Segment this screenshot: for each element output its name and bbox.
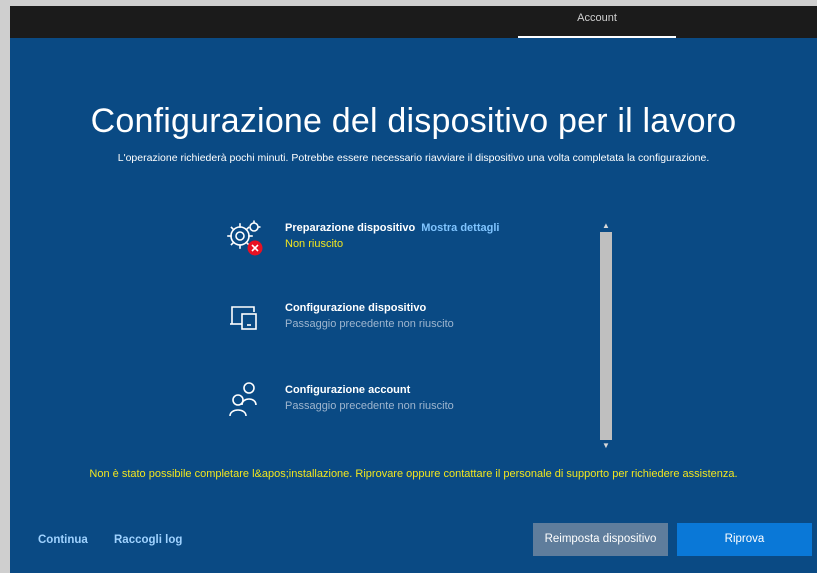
top-bar: Account: [10, 6, 817, 38]
tab-account[interactable]: Account: [518, 6, 676, 38]
step-name: Preparazione dispositivo Mostra dettagli: [285, 222, 499, 234]
step-name: Configurazione account: [285, 384, 411, 396]
collect-logs-link[interactable]: Raccogli log: [114, 534, 182, 546]
step-status: Passaggio precedente non riuscito: [285, 318, 454, 330]
tab-account-label: Account: [577, 12, 617, 24]
tab-underline: [518, 36, 676, 38]
steps-list: Preparazione dispositivo Mostra dettagli …: [218, 216, 613, 456]
page-title: Configurazione del dispositivo per il la…: [90, 102, 737, 140]
retry-button[interactable]: Riprova: [677, 523, 812, 556]
gears-error-icon: [218, 216, 268, 260]
device-icon: [218, 296, 268, 340]
scroll-down-arrow[interactable]: ▼: [600, 440, 612, 452]
step-device-preparation: Preparazione dispositivo Mostra dettagli …: [218, 216, 588, 276]
step-account-setup: Configurazione account Passaggio precede…: [218, 378, 588, 438]
step-device-setup: Configurazione dispositivo Passaggio pre…: [218, 296, 588, 356]
show-details-link[interactable]: Mostra dettagli: [421, 222, 499, 234]
step-name-label: Preparazione dispositivo: [285, 222, 416, 234]
step-name: Configurazione dispositivo: [285, 302, 427, 314]
error-message: Non è stato possibile completare l&apos;…: [89, 468, 738, 480]
page-subtitle: L'operazione richiederà pochi minuti. Po…: [117, 152, 710, 164]
step-status: Passaggio precedente non riuscito: [285, 400, 454, 412]
reset-device-button[interactable]: Reimposta dispositivo: [533, 523, 668, 556]
setup-window: Account Configurazione del dispositivo p…: [10, 6, 817, 573]
scroll-up-arrow[interactable]: ▲: [600, 220, 612, 232]
steps-scrollbar[interactable]: ▲ ▼: [600, 220, 612, 452]
step-status: Non riuscito: [285, 238, 344, 250]
scrollbar-thumb[interactable]: [600, 232, 612, 440]
continue-link[interactable]: Continua: [38, 534, 88, 546]
accounts-icon: [218, 378, 268, 422]
